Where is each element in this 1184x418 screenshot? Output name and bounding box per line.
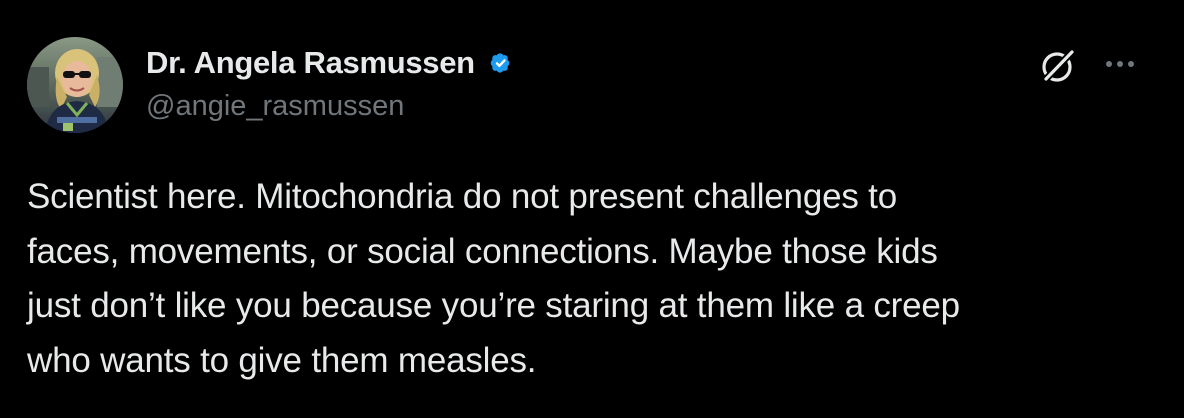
profile-photo-icon: [27, 37, 123, 133]
author-name-row: Dr. Angela Rasmussen: [146, 44, 518, 82]
author-handle[interactable]: @angie_rasmussen: [146, 90, 404, 123]
tweet-text: Scientist here. Mitochondria do not pres…: [27, 177, 960, 380]
author-display-name[interactable]: Dr. Angela Rasmussen: [146, 45, 475, 81]
verified-badge-icon: [482, 45, 518, 81]
grok-icon: [1042, 50, 1074, 82]
more-options-button[interactable]: [1100, 46, 1140, 82]
more-options-icon: [1106, 61, 1134, 67]
grok-button[interactable]: [1036, 44, 1080, 88]
tweet-card: Dr. Angela Rasmussen @angie_rasmussen Sc…: [0, 0, 1184, 418]
author-avatar[interactable]: [27, 37, 123, 133]
